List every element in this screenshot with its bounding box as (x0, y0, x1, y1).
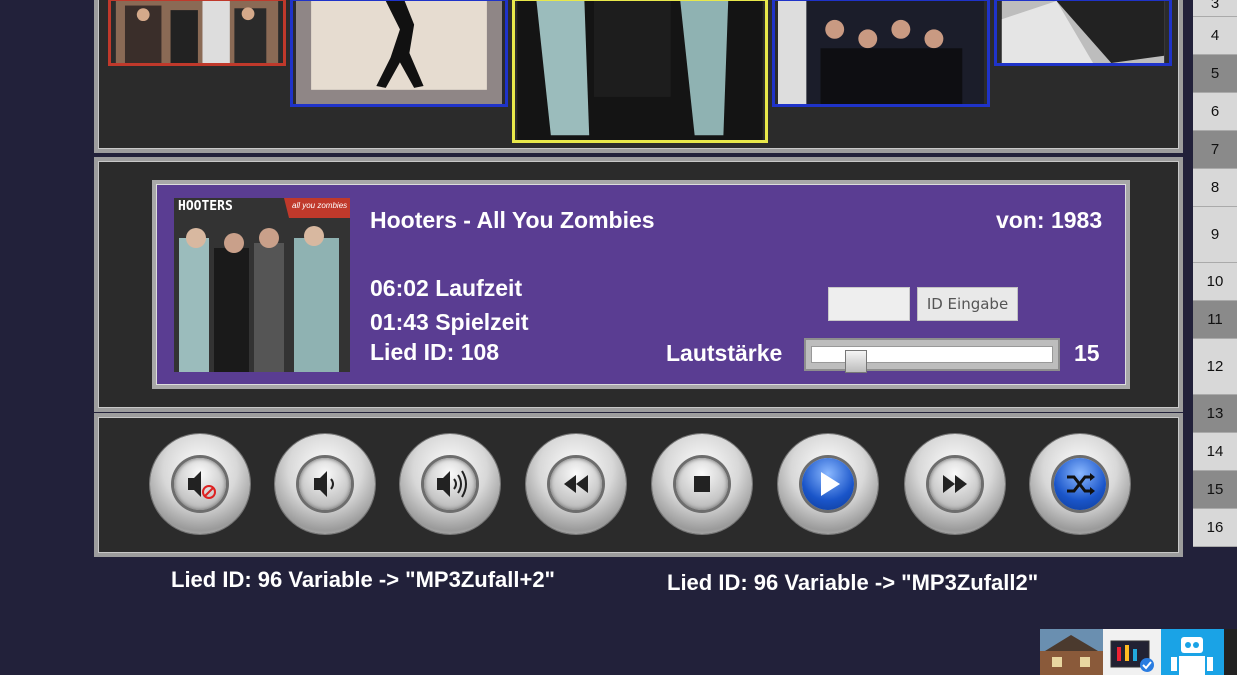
song-number-item[interactable]: 6 (1193, 93, 1237, 131)
stop-button[interactable] (652, 434, 752, 534)
rewind-button[interactable] (526, 434, 626, 534)
volume-label: Lautstärke (666, 340, 783, 366)
caption-left: Lied ID: 96 Variable -> "MP3Zufall+2" (171, 567, 555, 592)
song-number-item[interactable]: 9 (1193, 207, 1237, 263)
player-controls (94, 413, 1183, 557)
stop-icon (694, 476, 710, 492)
song-number-item[interactable]: 4 (1193, 17, 1237, 55)
shuffle-icon (1067, 473, 1095, 495)
rewind-icon (564, 475, 588, 493)
fast-forward-button[interactable] (905, 434, 1005, 534)
song-number-list: 3 4 5 6 7 8 9 10 11 12 13 14 15 16 (1193, 0, 1237, 547)
id-entry-button[interactable]: ID Eingabe (917, 287, 1018, 321)
partial-thumbnail[interactable] (1224, 629, 1237, 675)
play-button[interactable] (778, 434, 878, 534)
song-number-item[interactable]: 7 (1193, 131, 1237, 169)
album-cover-5[interactable] (994, 0, 1172, 66)
volume-slider-handle[interactable] (845, 350, 867, 373)
song-number-item[interactable]: 15 (1193, 471, 1237, 509)
song-id-input[interactable] (828, 287, 910, 321)
album-art-band: HOOTERS (178, 199, 233, 214)
song-number-item[interactable]: 11 (1193, 301, 1237, 339)
house-thumbnail[interactable] (1040, 629, 1103, 675)
song-number-item[interactable]: 10 (1193, 263, 1237, 301)
track-song-id: Lied ID: 108 (370, 339, 500, 365)
song-number-item[interactable]: 13 (1193, 395, 1237, 433)
speaker-low-icon (314, 471, 334, 497)
track-year: von: 1983 (996, 207, 1103, 233)
volume-down-button[interactable] (275, 434, 375, 534)
track-duration: 06:02 Laufzeit (370, 275, 523, 301)
album-carousel (94, 0, 1183, 153)
album-art: HOOTERS all you zombies (174, 198, 350, 372)
speaker-high-icon (437, 470, 467, 498)
mute-icon (188, 471, 216, 499)
album-art-title: all you zombies (292, 201, 348, 210)
monitor-settings-icon[interactable] (1103, 629, 1161, 675)
shuffle-button[interactable] (1030, 434, 1130, 534)
album-cover-3[interactable] (512, 0, 768, 143)
now-playing-panel: HOOTERS all you zombies Hooters - All Yo… (94, 157, 1183, 412)
play-icon (821, 472, 840, 496)
song-number-item[interactable]: 3 (1193, 0, 1237, 17)
album-cover-1[interactable] (108, 0, 286, 66)
robot-icon[interactable] (1161, 629, 1224, 675)
volume-slider-track[interactable] (811, 346, 1053, 373)
volume-value: 15 (1074, 340, 1100, 366)
song-number-item[interactable]: 8 (1193, 169, 1237, 207)
album-cover-2[interactable] (290, 0, 508, 107)
mute-button[interactable] (150, 434, 250, 534)
track-elapsed: 01:43 Spielzeit (370, 309, 529, 335)
volume-slider[interactable] (804, 338, 1060, 373)
song-number-item[interactable]: 14 (1193, 433, 1237, 471)
song-number-item[interactable]: 5 (1193, 55, 1237, 93)
album-cover-4[interactable] (772, 0, 990, 107)
track-title: Hooters - All You Zombies (370, 207, 655, 233)
volume-up-button[interactable] (400, 434, 500, 534)
song-number-item[interactable]: 12 (1193, 339, 1237, 395)
caption-right: Lied ID: 96 Variable -> "MP3Zufall2" (667, 570, 1039, 595)
song-number-item[interactable]: 16 (1193, 509, 1237, 547)
track-info-box: HOOTERS all you zombies Hooters - All Yo… (152, 180, 1130, 389)
fast-forward-icon (943, 475, 967, 493)
